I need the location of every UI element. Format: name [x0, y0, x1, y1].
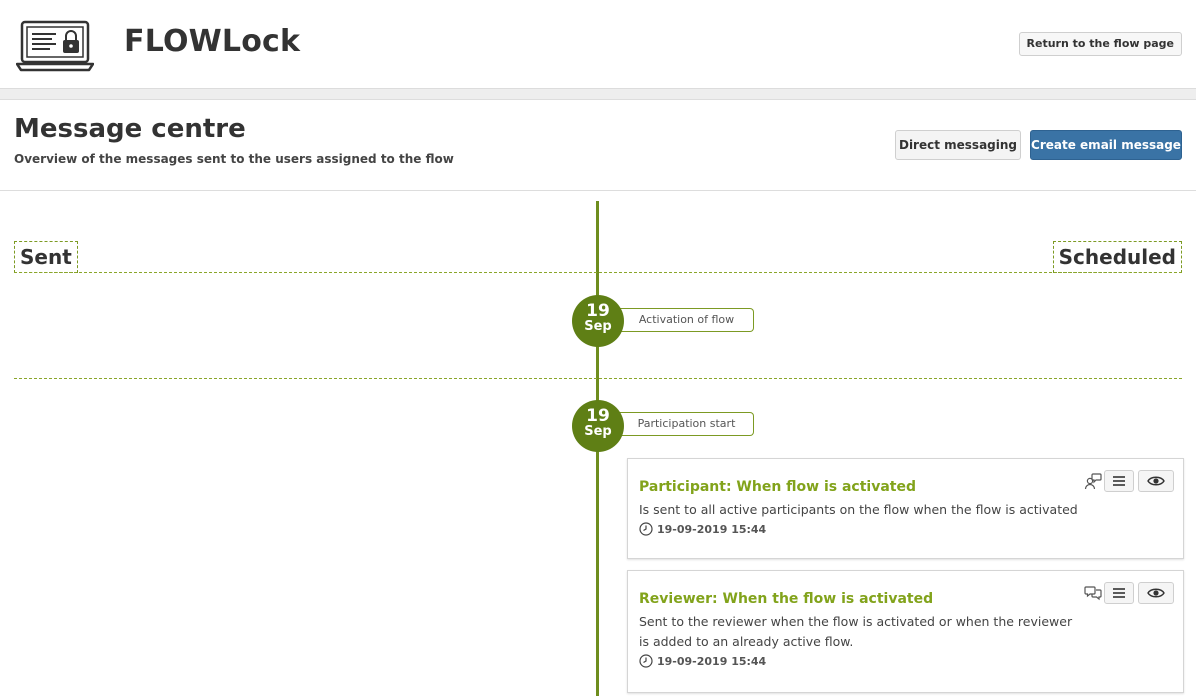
clock-icon — [639, 522, 653, 536]
event-date-badge: 19 Sep — [572, 400, 624, 452]
divider — [0, 190, 1196, 191]
event-label: Participation start — [620, 412, 754, 436]
message-title[interactable]: Reviewer: When the flow is activated — [639, 591, 933, 607]
page-subtitle: Overview of the messages sent to the use… — [14, 152, 454, 166]
message-timestamp-text: 19-09-2019 15:44 — [657, 654, 767, 668]
message-card[interactable]: Participant: When flow is activated Is s… — [627, 458, 1184, 559]
laptop-lock-logo-icon — [16, 20, 94, 72]
preview-message-button[interactable] — [1138, 582, 1174, 604]
event-date-month: Sep — [584, 424, 612, 439]
event-date-day: 19 — [586, 406, 610, 426]
message-timestamp-text: 19-09-2019 15:44 — [657, 522, 767, 536]
message-description: Sent to the reviewer when the flow is ac… — [639, 614, 1073, 649]
event-label: Activation of flow — [620, 308, 754, 332]
message-description: Is sent to all active participants on th… — [639, 502, 1078, 517]
menu-lines-icon — [1113, 588, 1125, 598]
message-details-button[interactable] — [1104, 470, 1134, 492]
app-header: FLOWLock Return to the flow page — [0, 0, 1196, 89]
eye-icon — [1147, 476, 1165, 486]
page-title: Message centre — [14, 114, 246, 144]
preview-message-button[interactable] — [1138, 470, 1174, 492]
dashed-divider — [14, 378, 1182, 379]
scheduled-column-label: Scheduled — [1052, 241, 1182, 273]
dashed-divider — [14, 272, 1182, 273]
message-timestamp: 19-09-2019 15:44 — [639, 522, 766, 536]
clock-icon — [639, 654, 653, 668]
message-title[interactable]: Participant: When flow is activated — [639, 479, 916, 495]
direct-messaging-button[interactable]: Direct messaging — [895, 130, 1021, 160]
message-details-button[interactable] — [1104, 582, 1134, 604]
conversation-icon — [1084, 586, 1102, 601]
header-band — [0, 89, 1196, 100]
event-date-badge: 19 Sep — [572, 295, 624, 347]
eye-icon — [1147, 588, 1165, 598]
menu-lines-icon — [1113, 476, 1125, 486]
sent-column-label: Sent — [14, 241, 78, 273]
create-email-message-button[interactable]: Create email message — [1030, 130, 1182, 160]
event-date-month: Sep — [584, 319, 612, 334]
return-to-flow-button[interactable]: Return to the flow page — [1018, 32, 1182, 56]
app-title: FLOWLock — [124, 24, 301, 59]
message-card[interactable]: Reviewer: When the flow is activated Sen… — [627, 570, 1184, 693]
single-user-message-icon — [1084, 473, 1102, 490]
message-timestamp: 19-09-2019 15:44 — [639, 654, 766, 668]
event-date-day: 19 — [586, 301, 610, 321]
